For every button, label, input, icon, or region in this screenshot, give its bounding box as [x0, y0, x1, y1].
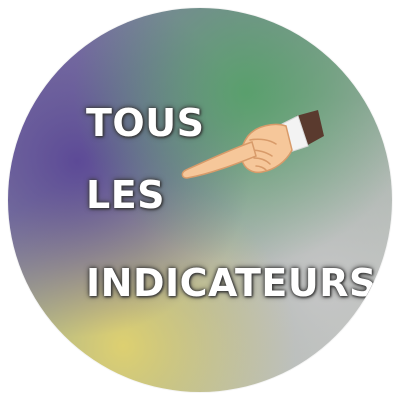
logo-stage: TOUS LES INDICATEURS — [0, 0, 400, 400]
badge-line-3: INDICATEURS — [86, 261, 377, 305]
hand-index-finger — [181, 141, 257, 179]
pointing-hand-icon — [181, 110, 324, 179]
indicators-badge[interactable]: TOUS LES INDICATEURS — [8, 8, 392, 392]
badge-line-2: LES — [86, 173, 166, 217]
